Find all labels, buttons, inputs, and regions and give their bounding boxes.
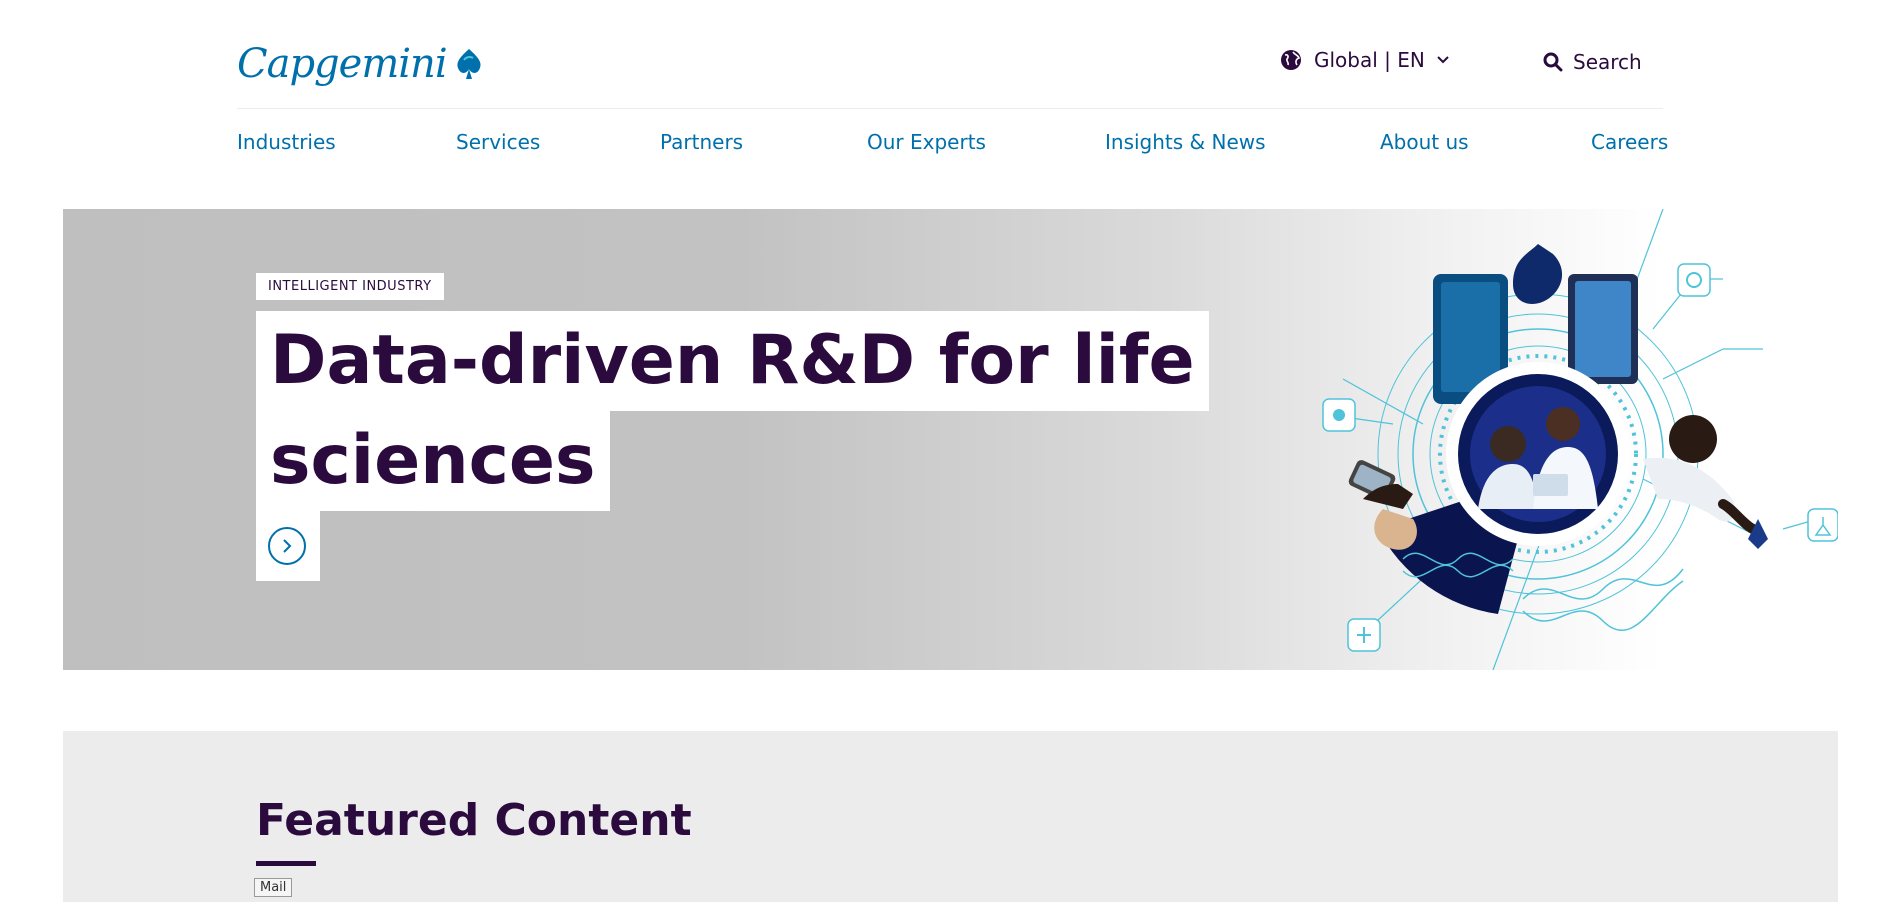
logo-text: Capgemini (237, 41, 448, 87)
chevron-right-icon (283, 539, 292, 553)
nav-item-services[interactable]: Services (456, 130, 540, 154)
search-label: Search (1573, 50, 1642, 74)
hero-cta-button[interactable] (268, 527, 306, 565)
nav-item-about-us[interactable]: About us (1380, 130, 1469, 154)
featured-title-underline (256, 861, 316, 866)
locale-selector[interactable]: Global | EN (1280, 48, 1449, 72)
globe-icon (1281, 50, 1301, 70)
hero-title-line-2[interactable]: sciences (256, 411, 610, 511)
nav-item-our-experts[interactable]: Our Experts (867, 130, 986, 154)
featured-content-section: Featured Content Mail (63, 731, 1838, 902)
locale-label: Global | EN (1314, 48, 1425, 72)
nav-item-partners[interactable]: Partners (660, 130, 743, 154)
search-button[interactable]: Search (1543, 50, 1642, 74)
hero-title-line-1[interactable]: Data-driven R&D for life (256, 311, 1209, 411)
mail-button[interactable]: Mail (254, 878, 293, 897)
nav-item-insights-news[interactable]: Insights & News (1105, 130, 1266, 154)
nav-item-industries[interactable]: Industries (237, 130, 336, 154)
life-sciences-illustration (1322, 209, 1838, 670)
hero-tag[interactable]: INTELLIGENT INDUSTRY (256, 273, 444, 300)
featured-content-title: Featured Content (256, 795, 692, 846)
nav-item-careers[interactable]: Careers (1591, 130, 1668, 154)
search-icon (1543, 52, 1563, 72)
spade-logo-icon (457, 49, 481, 79)
main-navigation: Industries Services Partners Our Experts… (237, 130, 1668, 160)
chevron-down-icon (1437, 56, 1449, 64)
hero-cta-container (256, 511, 320, 581)
hero-banner: INTELLIGENT INDUSTRY Data-driven R&D for… (63, 209, 1838, 670)
capgemini-logo[interactable]: Capgemini (237, 38, 487, 90)
site-header: Capgemini Global | EN Search (237, 0, 1663, 109)
